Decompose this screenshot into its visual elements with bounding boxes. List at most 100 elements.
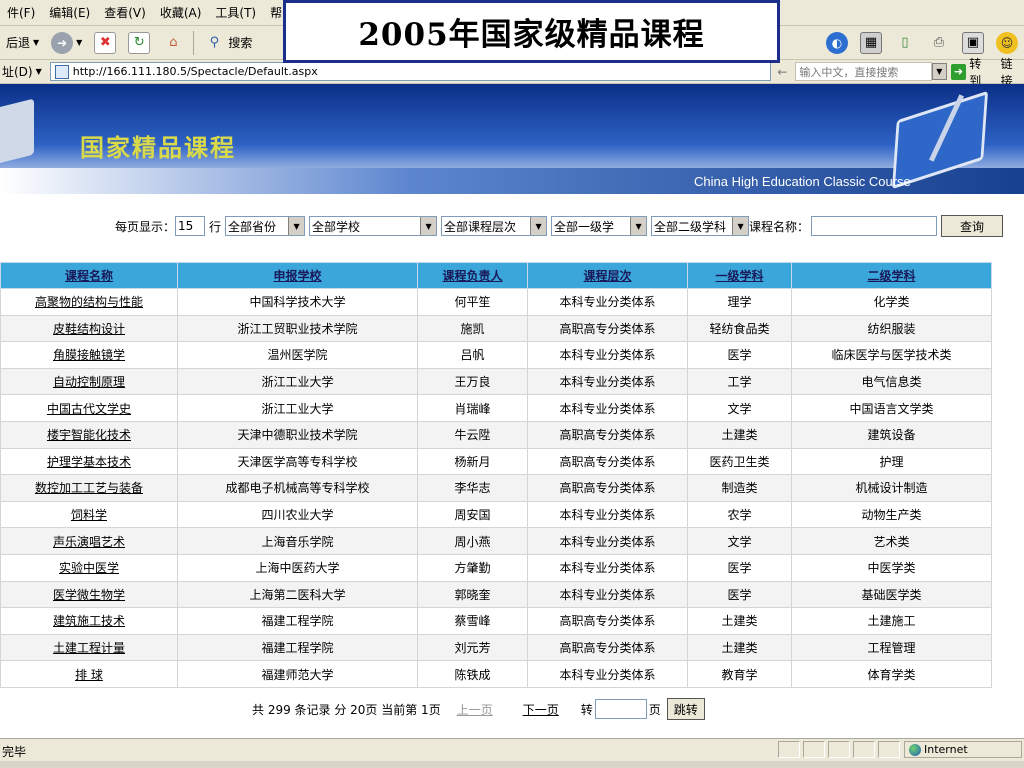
col-school[interactable]: 申报学校 bbox=[177, 262, 418, 289]
course-level-select[interactable]: 全部课程层次 ▼ bbox=[441, 216, 548, 236]
banner-subtitle: China High Education Classic Course bbox=[694, 174, 911, 189]
table-row: 饲料学 四川农业大学 周安国 本科专业分类体系 农学 动物生产类 bbox=[0, 500, 992, 529]
leader-cell: 郭晓奎 bbox=[417, 580, 528, 609]
back-button[interactable]: 后退 ▼ bbox=[0, 29, 45, 57]
course-name-link[interactable]: 数控加工工艺与装备 bbox=[0, 474, 178, 502]
course-name-link[interactable]: 高聚物的结构与性能 bbox=[0, 288, 178, 316]
province-select[interactable]: 全部省份 ▼ bbox=[225, 216, 306, 236]
course-name-link[interactable]: 医学微生物学 bbox=[0, 580, 178, 609]
quick-search-dropdown[interactable]: ▼ bbox=[931, 63, 947, 80]
history-button[interactable]: ▦ bbox=[854, 29, 888, 57]
subject2-cell: 土建施工 bbox=[791, 607, 992, 635]
history-icon: ▦ bbox=[860, 31, 882, 54]
leader-cell: 施凯 bbox=[417, 314, 528, 343]
print-button[interactable]: ⎙ bbox=[922, 29, 956, 57]
query-button[interactable]: 查询 bbox=[941, 215, 1004, 237]
banner-title: 国家精品课程 bbox=[80, 134, 236, 162]
level-cell: 高职高专分类体系 bbox=[527, 474, 688, 502]
monitor-illustration bbox=[0, 98, 34, 166]
course-name-link[interactable]: 排 球 bbox=[0, 660, 178, 688]
course-name-link[interactable]: 声乐演唱艺术 bbox=[0, 527, 178, 555]
subject1-cell: 理学 bbox=[687, 288, 792, 316]
jump-page-input[interactable] bbox=[594, 699, 647, 719]
status-pane bbox=[828, 741, 850, 758]
leader-cell: 方肇勤 bbox=[417, 553, 528, 582]
course-name-link[interactable]: 皮鞋结构设计 bbox=[0, 314, 178, 343]
menu-edit[interactable]: 编辑(E) bbox=[42, 4, 97, 21]
stop-button[interactable]: ✖ bbox=[88, 29, 122, 57]
leader-cell: 吕帆 bbox=[417, 341, 528, 369]
menu-file[interactable]: 件(F) bbox=[0, 4, 42, 21]
subject2-cell: 临床医学与医学技术类 bbox=[791, 341, 992, 369]
school-select[interactable]: 全部学校 ▼ bbox=[309, 216, 438, 236]
level-cell: 本科专业分类体系 bbox=[527, 394, 688, 422]
col-course-name[interactable]: 课程名称 bbox=[0, 262, 178, 289]
mail-button[interactable]: ▯ bbox=[888, 29, 922, 57]
menu-favorites[interactable]: 收藏(A) bbox=[153, 4, 209, 21]
leader-cell: 王万良 bbox=[417, 367, 528, 396]
per-page-label: 每页显示： bbox=[115, 219, 176, 234]
course-name-link[interactable]: 角膜接触镜学 bbox=[0, 341, 178, 369]
course-name-link[interactable]: 饲料学 bbox=[0, 500, 178, 529]
next-page-link[interactable]: 下一页 bbox=[523, 701, 559, 718]
col-subject1[interactable]: 一级学科 bbox=[687, 262, 792, 289]
course-name-link[interactable]: 自动控制原理 bbox=[0, 367, 178, 396]
forward-arrow-icon: ➜ bbox=[51, 31, 74, 54]
col-leader[interactable]: 课程负责人 bbox=[417, 262, 528, 289]
table-row: 皮鞋结构设计 浙江工贸职业技术学院 施凯 高职高专分类体系 轻纺食品类 纺织服装 bbox=[0, 314, 992, 343]
course-name-input[interactable] bbox=[811, 216, 938, 236]
subject2-cell: 中国语言文学类 bbox=[791, 394, 992, 422]
back-label: 后退 bbox=[6, 36, 31, 50]
zone-label: Internet bbox=[924, 743, 968, 756]
menu-tools[interactable]: 工具(T) bbox=[208, 4, 263, 21]
quick-search-input[interactable]: 输入中文，直接搜索 bbox=[795, 62, 932, 81]
leader-cell: 杨新月 bbox=[417, 447, 528, 476]
status-pane bbox=[853, 741, 875, 758]
subject1-cell: 土建类 bbox=[687, 633, 792, 662]
address-url: http://166.111.180.5/Spectacle/Default.a… bbox=[72, 65, 318, 78]
level-cell: 本科专业分类体系 bbox=[527, 527, 688, 555]
table-row: 护理学基本技术 天津医学高等专科学校 杨新月 高职高专分类体系 医药卫生类 护理 bbox=[0, 447, 992, 476]
leader-cell: 陈铁成 bbox=[417, 660, 528, 688]
menu-view[interactable]: 查看(V) bbox=[97, 4, 153, 21]
globe-icon bbox=[909, 743, 921, 756]
slide-title: 2005年国家级精品课程 bbox=[358, 17, 705, 53]
course-name-link[interactable]: 楼宇智能化技术 bbox=[0, 420, 178, 449]
subject2-select[interactable]: 全部二级学科 ▼ bbox=[651, 216, 750, 236]
address-input[interactable]: http://166.111.180.5/Spectacle/Default.a… bbox=[49, 62, 772, 81]
jump-button[interactable]: 跳转 bbox=[666, 698, 705, 720]
subject2-cell: 纺织服装 bbox=[791, 314, 992, 343]
course-name-link[interactable]: 中国古代文学史 bbox=[0, 394, 178, 422]
school-cell: 上海第二医科大学 bbox=[177, 580, 418, 609]
table-row: 数控加工工艺与装备 成都电子机械高等专科学校 李华志 高职高专分类体系 制造类 机械设计制… bbox=[0, 474, 992, 502]
stop-icon: ✖ bbox=[94, 31, 117, 54]
home-icon: ⌂ bbox=[169, 35, 178, 50]
subject2-cell: 护理 bbox=[791, 447, 992, 476]
table-row: 角膜接触镜学 温州医学院 吕帆 本科专业分类体系 医学 临床医学与医学技术类 bbox=[0, 341, 992, 369]
subject1-cell: 土建类 bbox=[687, 420, 792, 449]
course-name-link[interactable]: 护理学基本技术 bbox=[0, 447, 178, 476]
course-name-link[interactable]: 土建工程计量 bbox=[0, 633, 178, 662]
subject1-select[interactable]: 全部一级学 ▼ bbox=[551, 216, 648, 236]
school-cell: 福建工程学院 bbox=[177, 607, 418, 635]
level-cell: 本科专业分类体系 bbox=[527, 660, 688, 688]
col-level[interactable]: 课程层次 bbox=[527, 262, 688, 289]
prev-page-link[interactable]: 上一页 bbox=[457, 701, 493, 718]
course-name-label: 课程名称： bbox=[749, 219, 810, 234]
home-button[interactable]: ⌂ bbox=[156, 29, 190, 57]
refresh-button[interactable]: ↻ bbox=[122, 29, 156, 57]
per-page-input[interactable]: 15 bbox=[175, 216, 206, 236]
edit-button[interactable]: ▣ bbox=[956, 29, 990, 57]
arrow-left-icon: ← bbox=[777, 64, 788, 79]
subject2-cell: 电气信息类 bbox=[791, 367, 992, 396]
messenger-button[interactable]: ☺ bbox=[990, 29, 1024, 57]
course-name-link[interactable]: 实验中医学 bbox=[0, 553, 178, 582]
media-button[interactable]: ◐ bbox=[820, 29, 854, 57]
search-label: 搜索 bbox=[228, 36, 253, 50]
col-subject2[interactable]: 二级学科 bbox=[791, 262, 992, 289]
course-table: 课程名称 申报学校 课程负责人 课程层次 一级学科 二级学科 高聚物的结构与性能… bbox=[0, 262, 992, 688]
forward-button[interactable]: ➜ ▼ bbox=[45, 29, 88, 57]
level-cell: 本科专业分类体系 bbox=[527, 288, 688, 316]
course-name-link[interactable]: 建筑施工技术 bbox=[0, 607, 178, 635]
search-button[interactable]: ⚲ 搜索 bbox=[197, 29, 258, 57]
